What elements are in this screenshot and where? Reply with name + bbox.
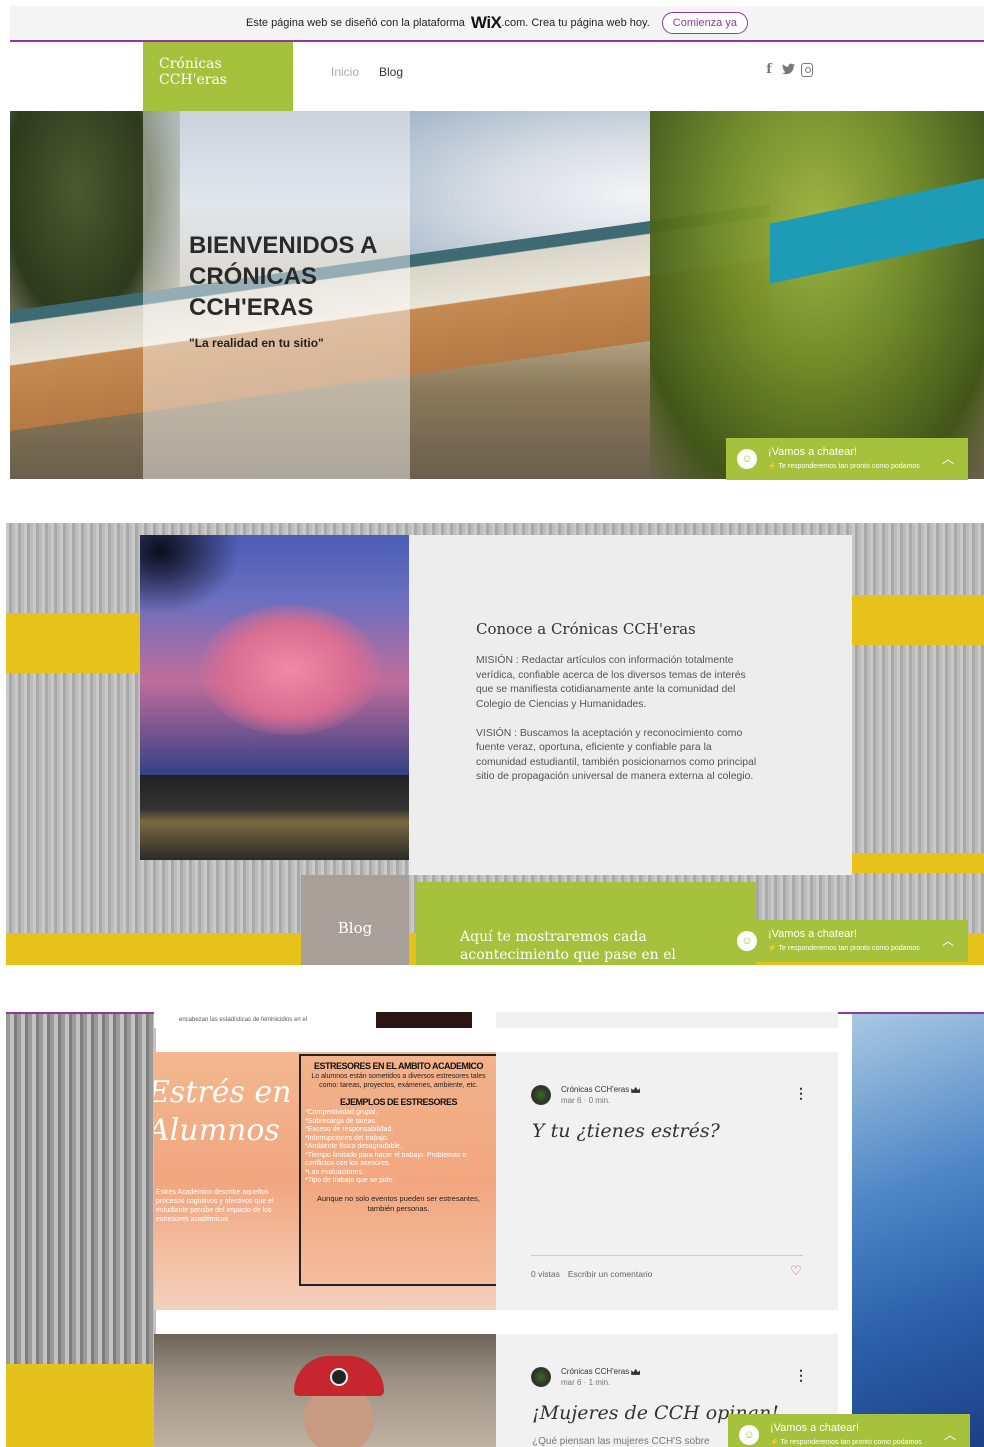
view-count: 0 vistas: [531, 1269, 560, 1279]
mission-text: MISIÓN : Redactar artículos con informac…: [476, 655, 746, 710]
post-image-script: Estrés en Alumnos: [154, 1075, 292, 1148]
wix-banner: Este página web se diseñó con la platafo…: [10, 6, 984, 42]
author-avatar[interactable]: [531, 1085, 551, 1105]
chat-smiley-icon: ☺: [739, 1425, 759, 1445]
crown-icon: [631, 1368, 641, 1375]
chat-smiley-icon: ☺: [737, 449, 757, 469]
post-stats: 0 vistas Escribir un comentario: [531, 1269, 652, 1279]
read-time: 1 min.: [588, 1378, 611, 1387]
author-avatar[interactable]: [531, 1367, 551, 1387]
chat-title: ¡Vamos a chatear!: [768, 446, 858, 458]
post-image[interactable]: encabezan las estadísticas de feminicidi…: [154, 1012, 496, 1028]
nav-item-inicio[interactable]: Inicio: [331, 65, 359, 79]
chevron-up-icon[interactable]: ︿: [944, 1426, 956, 1443]
hero-subtitle: "La realidad en tu sitio": [189, 336, 324, 350]
crown-icon: [631, 1086, 641, 1093]
chat-title: ¡Vamos a chatear!: [770, 1422, 860, 1434]
wix-logo[interactable]: WiX: [471, 13, 502, 33]
chat-subtitle: ⚡ Te responderemos tan pronto como podam…: [768, 463, 920, 470]
blog-intro-text: Aquí te mostraremos cada acontecimiento …: [460, 929, 676, 963]
divider: [531, 1255, 803, 1256]
read-time: 0 min.: [588, 1096, 611, 1105]
site-logo[interactable]: Crónicas CCH'eras: [143, 42, 293, 111]
chevron-up-icon[interactable]: ︿: [942, 932, 954, 949]
nav-item-blog[interactable]: Blog: [379, 65, 403, 79]
post-image-poster: ESTRESORES EN EL AMBITO ACADEMICO Lo alu…: [299, 1054, 496, 1286]
chat-subtitle: ⚡ Te responderemos tan pronto como podam…: [768, 945, 920, 952]
instagram-icon[interactable]: [801, 63, 813, 77]
chat-title: ¡Vamos a chatear!: [768, 928, 858, 940]
chat-subtitle: ⚡ Te responderemos tan pronto como podam…: [770, 1439, 922, 1446]
author-name[interactable]: Crónicas CCH'eras: [561, 1367, 629, 1376]
post-title[interactable]: Y tu ¿tienes estrés?: [532, 1120, 720, 1142]
post-author-meta: Crónicas CCH'eras mar 6 · 0 min.: [531, 1085, 641, 1105]
post-author-meta: Crónicas CCH'eras mar 6 · 1 min.: [531, 1367, 641, 1387]
author-name[interactable]: Crónicas CCH'eras: [561, 1085, 629, 1094]
start-now-button[interactable]: Comienza ya: [661, 12, 748, 34]
post-date: mar 6: [561, 1378, 582, 1387]
post-image[interactable]: Estrés en Alumnos Estrés Académico descr…: [154, 1052, 496, 1310]
more-options-icon[interactable]: ⋮: [794, 1367, 808, 1384]
chat-widget-2[interactable]: ☺ ¡Vamos a chatear! ⚡ Te responderemos t…: [726, 920, 968, 962]
blog-section-label: Blog: [301, 875, 409, 965]
chat-smiley-icon: ☺: [737, 931, 757, 951]
facebook-icon[interactable]: f: [763, 63, 775, 77]
post-excerpt: ¿Qué piensan las mujeres CCH'S sobre: [532, 1436, 710, 1447]
wix-banner-text: Este página web se diseñó con la platafo…: [246, 17, 465, 29]
sunset-photo: [140, 535, 409, 860]
post-card-previous[interactable]: encabezan las estadísticas de feminicidi…: [154, 1012, 838, 1028]
chevron-up-icon[interactable]: ︿: [942, 450, 954, 467]
post-image-text: encabezan las estadísticas de feminicidi…: [179, 1017, 308, 1023]
post-card[interactable]: Estrés en Alumnos Estrés Académico descr…: [154, 1052, 838, 1310]
post-image[interactable]: [154, 1334, 496, 1447]
wix-banner-text-suffix: .com. Crea tu página web hoy.: [501, 17, 650, 29]
hero-tree-right: [650, 111, 984, 479]
hero-title: BIENVENIDOS A CRÓNICAS CCH'ERAS: [189, 232, 377, 321]
write-comment-link[interactable]: Escribir un comentario: [568, 1269, 653, 1279]
heart-icon[interactable]: ♡: [790, 1264, 802, 1277]
twitter-icon[interactable]: [782, 63, 795, 77]
main-nav: Inicio Blog: [331, 65, 403, 79]
more-options-icon[interactable]: ⋮: [794, 1085, 808, 1102]
vision-text: VISIÓN : Buscamos la aceptación y recono…: [476, 727, 757, 783]
post-date: mar 6: [561, 1096, 582, 1105]
about-text: MISIÓN : Redactar artículos con informac…: [476, 654, 761, 785]
post-image-left-text: Estrés Académico describe aquellos proce…: [156, 1189, 274, 1223]
chat-widget[interactable]: ☺ ¡Vamos a chatear! ⚡ Te responderemos t…: [726, 438, 968, 480]
chat-widget-3[interactable]: ☺ ¡Vamos a chatear! ⚡ Te responderemos t…: [728, 1414, 970, 1447]
social-bar: f: [763, 63, 813, 77]
about-title: Conoce a Crónicas CCH'eras: [476, 620, 696, 638]
